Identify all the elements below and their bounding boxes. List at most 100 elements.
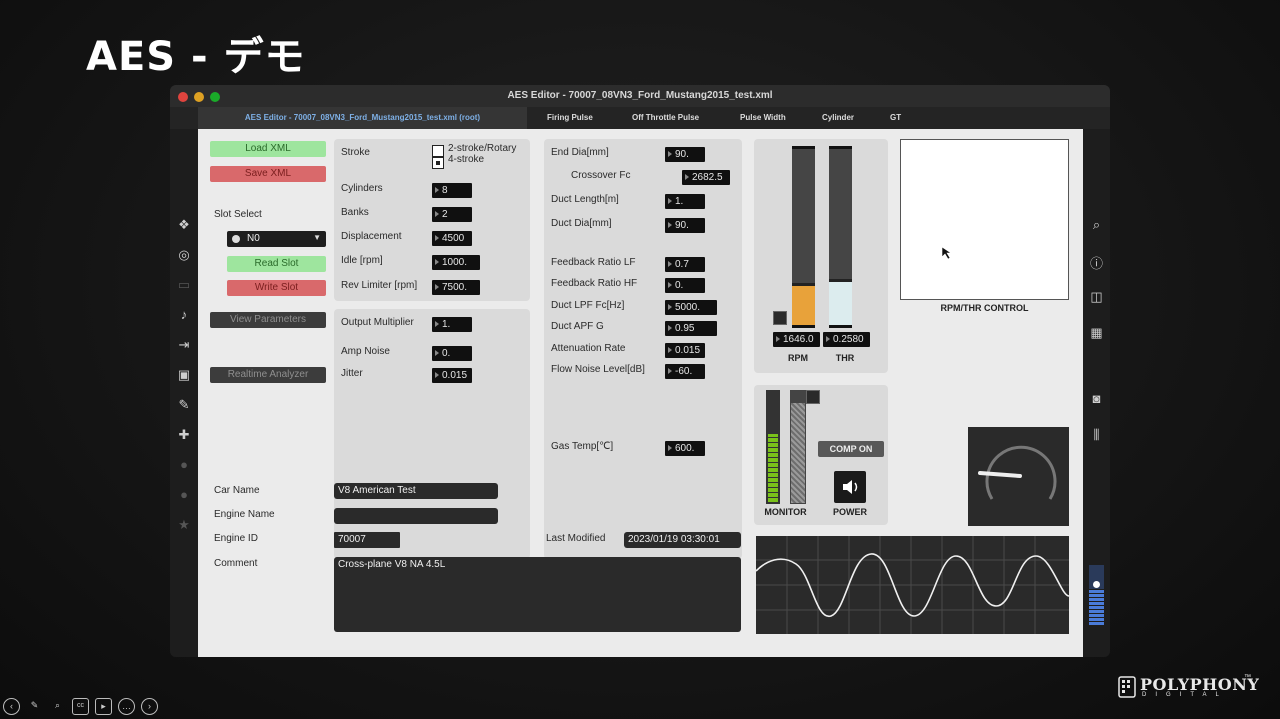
rev-limiter-label: Rev Limiter [rpm] [341, 280, 418, 291]
chevron-down-icon: ▼ [313, 233, 321, 242]
grid-icon[interactable]: ▦ [1083, 325, 1110, 341]
banks-label: Banks [341, 207, 369, 218]
duct-lpf-label: Duct LPF Fc[Hz] [551, 300, 625, 311]
monitor-level-fill [768, 433, 778, 502]
rpm-value[interactable]: 1646.0 [773, 332, 820, 347]
jitter-input[interactable]: 0.015 [432, 368, 472, 383]
save-xml-button[interactable]: Save XML [210, 166, 326, 182]
previous-slide-icon[interactable]: ‹ [3, 698, 20, 715]
tab-gt[interactable]: GT [890, 113, 901, 122]
amp-noise-label: Amp Noise [341, 346, 390, 357]
power-button[interactable] [834, 471, 866, 503]
end-dia-input[interactable]: 90. [665, 147, 705, 162]
comment-field[interactable]: Cross-plane V8 NA 4.5L [334, 557, 741, 632]
banks-input[interactable]: 2 [432, 207, 472, 222]
stroke-radio-2[interactable] [432, 145, 444, 157]
aes-editor-window: AES Editor - 70007_08VN3_Ford_Mustang201… [170, 85, 1110, 657]
logo-tm: ™ [1244, 674, 1251, 681]
output-level-knob[interactable] [1093, 581, 1100, 588]
rev-limiter-input[interactable]: 7500. [432, 280, 480, 295]
write-slot-button[interactable]: Write Slot [227, 280, 326, 296]
attenuation-input[interactable]: 0.015 [665, 343, 705, 358]
thr-meter-fill [829, 279, 852, 325]
rpm-meter-fill [792, 282, 815, 325]
logo-sub: DIGITAL [1142, 692, 1228, 698]
slide-title: AES - デモ [86, 34, 306, 80]
thr-value[interactable]: 0.2580 [823, 332, 870, 347]
monitor-volume-handle[interactable] [791, 391, 805, 403]
monitor-volume-slider[interactable] [790, 390, 806, 504]
meter-toggle-icon[interactable] [773, 311, 787, 325]
image-icon[interactable]: ▣ [170, 367, 198, 383]
idle-input[interactable]: 1000. [432, 255, 480, 270]
realtime-analyzer-button[interactable]: Realtime Analyzer [210, 367, 326, 383]
monitor-toggle-icon[interactable] [806, 390, 820, 404]
plugin-icon[interactable]: ✚ [170, 427, 198, 443]
rpm-meter[interactable] [792, 146, 815, 328]
monitor-level-meter [766, 390, 780, 504]
engine-name-field[interactable] [334, 508, 498, 524]
duct-lpf-input[interactable]: 5000. [665, 300, 717, 315]
view-parameters-button[interactable]: View Parameters [210, 312, 326, 328]
attenuation-label: Attenuation Rate [551, 343, 626, 354]
cylinders-input[interactable]: 8 [432, 183, 472, 198]
more-options-icon[interactable]: … [118, 698, 135, 715]
slot-radio-icon [232, 235, 240, 243]
gauge-dial [978, 445, 1057, 500]
star-icon: ★ [178, 517, 190, 532]
end-dia-label: End Dia[mm] [551, 147, 609, 158]
duct-dia-input[interactable]: 90. [665, 218, 705, 233]
rpm-label: RPM [788, 353, 808, 363]
car-name-label: Car Name [214, 485, 260, 496]
zoom-icon[interactable]: ⌕ [49, 698, 66, 715]
crossover-label: Crossover Fc [571, 170, 631, 181]
output-multiplier-input[interactable]: 1. [432, 317, 472, 332]
left-sidebar: ❖ ◎ ▭ ♪ ⇥ ▣ ✎ ✚ ● ● ★ [170, 129, 198, 657]
gas-temp-input[interactable]: 600. [665, 441, 705, 456]
mixer-icon[interactable]: ⫼ [1083, 427, 1110, 443]
camera-icon[interactable]: ◙ [1083, 391, 1110, 406]
car-name-field[interactable]: V8 American Test [334, 483, 498, 499]
comp-on-button[interactable]: COMP ON [818, 441, 884, 457]
output-level-fill [1089, 589, 1104, 625]
feedback-hf-input[interactable]: 0. [665, 278, 705, 293]
feedback-lf-input[interactable]: 0.7 [665, 257, 705, 272]
monitor-label: MONITOR [764, 507, 807, 517]
displacement-input[interactable]: 4500 [432, 231, 472, 246]
crossover-input[interactable]: 2682.5 [682, 170, 730, 185]
engine-id-field[interactable]: 70007 [334, 532, 400, 548]
read-slot-button[interactable]: Read Slot [227, 256, 326, 272]
tab-cylinder[interactable]: Cylinder [822, 113, 854, 122]
load-xml-button[interactable]: Load XML [210, 141, 326, 157]
video-icon[interactable]: ▸ [95, 698, 112, 715]
duct-length-input[interactable]: 1. [665, 194, 705, 209]
displacement-label: Displacement [341, 231, 402, 242]
step-icon[interactable]: ⇥ [170, 337, 198, 353]
pen-icon[interactable]: ✎ [26, 698, 43, 715]
tab-firing-pulse[interactable]: Firing Pulse [547, 113, 593, 122]
attachment-icon[interactable]: ✎ [170, 397, 198, 413]
flow-noise-input[interactable]: -60. [665, 364, 705, 379]
tab-pulse-width[interactable]: Pulse Width [740, 113, 786, 122]
slot-select-dropdown[interactable]: N0 ▼ [227, 231, 326, 247]
rpm-thr-control-pad[interactable] [900, 139, 1069, 300]
stroke-option-4: 4-stroke [448, 154, 485, 165]
captions-icon[interactable]: cc [72, 698, 89, 715]
mouse-cursor-icon [941, 246, 952, 260]
amp-noise-input[interactable]: 0. [432, 346, 472, 361]
tab-root[interactable]: AES Editor - 70007_08VN3_Ford_Mustang201… [198, 107, 527, 129]
next-slide-icon[interactable]: › [141, 698, 158, 715]
thr-meter[interactable] [829, 146, 852, 328]
book-icon[interactable]: ◫ [1083, 289, 1110, 305]
search-icon[interactable]: ⌕ [1083, 217, 1110, 233]
extensions-icon[interactable]: ❖ [170, 217, 198, 233]
rpm-gauge [968, 427, 1069, 526]
info-icon[interactable]: ⓘ [1083, 253, 1110, 272]
duct-apf-input[interactable]: 0.95 [665, 321, 717, 336]
layout-icon[interactable]: ▭ [170, 277, 198, 293]
stroke-radio-4[interactable] [432, 157, 444, 169]
target-icon[interactable]: ◎ [170, 247, 198, 263]
music-note-icon[interactable]: ♪ [170, 307, 198, 322]
tab-off-throttle-pulse[interactable]: Off Throttle Pulse [632, 113, 699, 122]
rpm-thr-control-label: RPM/THR CONTROL [940, 303, 1029, 313]
